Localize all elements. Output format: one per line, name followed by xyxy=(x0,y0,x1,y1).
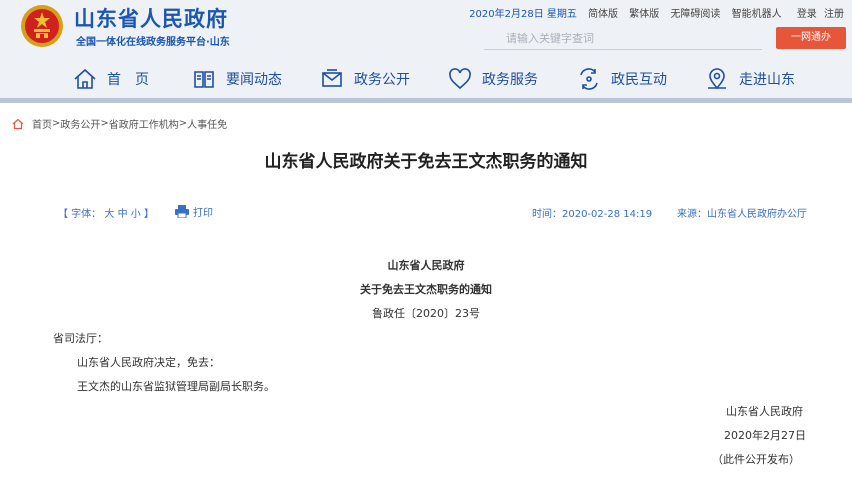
article-title: 山东省人民政府关于免去王文杰职务的通知 xyxy=(264,152,588,172)
nav-label: 首 页 xyxy=(107,72,149,88)
nav-label: 政务公开 xyxy=(354,72,410,88)
nav-item-open[interactable]: 政务公开 xyxy=(320,60,410,98)
main-nav: 首 页 要闻动态 政务公开 政务服务 政民互动 走进山东 xyxy=(0,60,852,98)
doc-number: 鲁政任〔2020〕23号 xyxy=(372,307,480,320)
nav-item-shandong[interactable]: 走进山东 xyxy=(705,60,795,98)
link-accessibility[interactable]: 无障碍阅读 xyxy=(670,9,720,20)
home-icon xyxy=(74,68,96,89)
doc-title: 关于免去王文杰职务的通知 xyxy=(360,283,492,296)
article-source: 来源：山东省人民政府办公厅 xyxy=(677,209,807,220)
nav-item-service[interactable]: 政务服务 xyxy=(448,60,538,98)
site-title[interactable]: 山东省人民政府 xyxy=(74,3,228,33)
nav-label: 要闻动态 xyxy=(226,72,282,88)
nav-label: 政民互动 xyxy=(611,72,667,88)
doc-signer: 山东省人民政府 xyxy=(726,405,803,418)
nav-label: 政务服务 xyxy=(482,72,538,88)
breadcrumb-home[interactable]: 首页 xyxy=(32,116,52,131)
news-icon xyxy=(194,71,214,88)
font-medium-button[interactable]: 中 xyxy=(118,209,128,220)
ywt-button[interactable]: 一网通办 xyxy=(776,27,846,49)
heart-icon xyxy=(449,68,471,90)
breadcrumb-open[interactable]: 政务公开 xyxy=(60,116,100,131)
doc-sign-date: 2020年2月27日 xyxy=(724,429,806,442)
breadcrumb-personnel[interactable]: 人事任免 xyxy=(187,116,227,131)
doc-paragraph: 山东省人民政府决定，免去： xyxy=(77,356,220,369)
doc-paragraph: 王文杰的山东省监狱管理局副局长职务。 xyxy=(77,380,275,393)
link-traditional[interactable]: 繁体版 xyxy=(629,9,659,20)
publish-time: 时间：2020-02-28 14:19 xyxy=(532,209,653,220)
link-robot[interactable]: 智能机器人 xyxy=(732,9,782,20)
site-subtitle: 全国一体化在线政务服务平台·山东 xyxy=(76,37,230,48)
nav-label: 走进山东 xyxy=(739,72,795,88)
current-date: 2020年2月28日 星期五 xyxy=(469,9,577,20)
breadcrumb: 首页 > 政务公开 > 省政府工作机构 > 人事任免 xyxy=(12,116,227,131)
font-large-button[interactable]: 大 xyxy=(104,209,114,220)
header-divider xyxy=(0,98,852,103)
mail-icon xyxy=(322,69,342,87)
nav-item-interaction[interactable]: 政民互动 xyxy=(577,60,667,98)
font-size-switcher: 【 字体： 大 中 小 】 xyxy=(58,209,154,220)
doc-recipient: 省司法厅： xyxy=(53,332,108,345)
doc-note: （此件公开发布） xyxy=(712,453,800,466)
login-link[interactable]: 登录 xyxy=(797,9,817,20)
doc-issuer: 山东省人民政府 xyxy=(387,259,465,272)
top-links: 2020年2月28日 星期五 简体版 繁体版 无障碍阅读 智能机器人 登录 注册 xyxy=(469,5,844,20)
nav-item-news[interactable]: 要闻动态 xyxy=(192,60,282,98)
home-icon xyxy=(12,118,24,129)
print-label: 打印 xyxy=(193,208,213,219)
font-small-button[interactable]: 小 xyxy=(131,209,141,220)
interaction-icon xyxy=(580,68,598,90)
register-link[interactable]: 注册 xyxy=(824,9,844,20)
printer-icon xyxy=(175,205,189,218)
nav-item-home[interactable]: 首 页 xyxy=(73,60,149,98)
location-icon xyxy=(708,68,726,90)
print-button[interactable]: 打印 xyxy=(175,204,213,219)
link-simplified[interactable]: 简体版 xyxy=(588,9,618,20)
national-emblem-icon xyxy=(21,5,63,47)
breadcrumb-agencies[interactable]: 省政府工作机构 xyxy=(109,116,179,131)
site-header: 山东省人民政府 全国一体化在线政务服务平台·山东 2020年2月28日 星期五 … xyxy=(0,0,852,103)
search-input[interactable] xyxy=(484,28,762,50)
